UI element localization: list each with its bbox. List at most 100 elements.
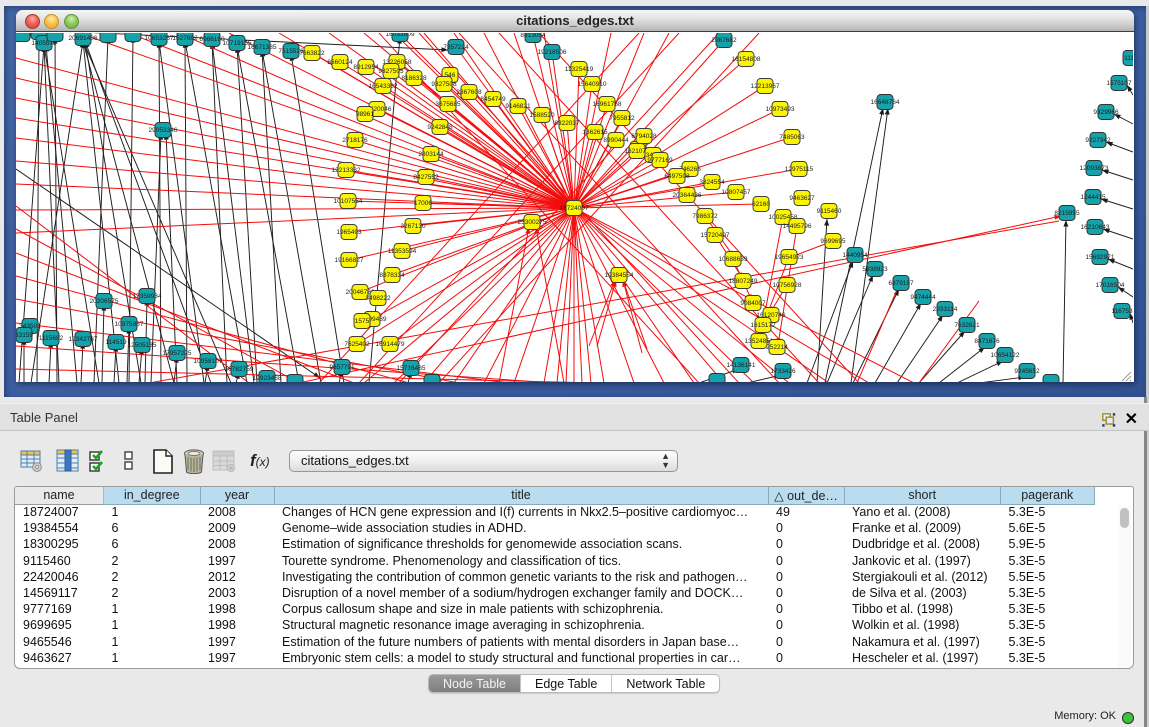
svg-text:8912954: 8912954 <box>353 64 379 71</box>
svg-text:2718176: 2718176 <box>342 137 368 144</box>
svg-text:8186328: 8186328 <box>401 75 427 82</box>
svg-text:8215955: 8215955 <box>1054 210 1080 217</box>
svg-text:9242848: 9242848 <box>427 124 453 131</box>
svg-text:1440954: 1440954 <box>842 252 868 259</box>
svg-text:8471676: 8471676 <box>974 338 1000 345</box>
svg-text:1115682: 1115682 <box>39 335 64 342</box>
svg-text:1112: 1112 <box>1124 55 1133 62</box>
svg-text:16154808: 16154808 <box>732 56 761 63</box>
svg-text:10958107: 10958107 <box>194 358 223 365</box>
svg-text:20691406: 20691406 <box>69 35 98 42</box>
svg-text:2933114: 2933114 <box>933 306 958 313</box>
svg-text:1733426: 1733426 <box>770 368 796 375</box>
svg-text:10807457: 10807457 <box>722 189 751 196</box>
svg-text:10756928: 10756928 <box>773 282 802 289</box>
svg-text:14495796: 14495796 <box>783 223 812 230</box>
svg-text:17957225: 17957225 <box>163 350 192 357</box>
svg-text:16210643: 16210643 <box>1081 224 1110 231</box>
svg-text:12213967: 12213967 <box>751 83 780 90</box>
svg-text:6966160: 6966160 <box>199 36 225 43</box>
svg-text:16914479: 16914479 <box>376 341 405 348</box>
svg-text:19166827: 19166827 <box>335 257 364 264</box>
svg-text:10653267: 10653267 <box>145 35 174 42</box>
svg-text:9699695: 9699695 <box>820 238 846 245</box>
svg-text:7955812: 7955812 <box>609 115 635 122</box>
svg-text:3675685: 3675685 <box>435 101 461 108</box>
svg-text:3267130: 3267130 <box>400 223 426 230</box>
svg-text:15720407: 15720407 <box>701 232 730 239</box>
svg-text:7857224: 7857224 <box>443 44 469 51</box>
svg-text:7663822: 7663822 <box>299 50 325 57</box>
svg-text:10107554: 10107554 <box>334 198 363 205</box>
svg-text:19654923: 19654923 <box>775 254 804 261</box>
svg-text:3498222: 3498222 <box>365 295 391 302</box>
svg-text:10688639: 10688639 <box>719 256 748 263</box>
svg-text:16782759: 16782759 <box>225 366 254 373</box>
svg-text:9084007: 9084007 <box>740 300 766 307</box>
svg-text:116753: 116753 <box>1111 308 1133 315</box>
svg-text:17006: 17006 <box>414 200 432 207</box>
svg-text:29053346: 29053346 <box>149 127 178 134</box>
svg-text:19384554: 19384554 <box>605 272 634 279</box>
svg-text:8427552: 8427552 <box>413 174 439 181</box>
svg-text:1588520: 1588520 <box>529 112 555 119</box>
svg-text:15640910: 15640910 <box>578 81 607 88</box>
svg-text:17359934: 17359934 <box>133 293 162 300</box>
svg-text:8454749: 8454749 <box>480 96 506 103</box>
svg-text:15716485: 15716485 <box>397 365 426 372</box>
svg-text:2803144: 2803144 <box>418 151 444 158</box>
svg-text:9146821: 9146821 <box>505 103 531 110</box>
svg-text:20364436: 20364436 <box>673 192 702 199</box>
svg-text:12975115: 12975115 <box>785 166 814 173</box>
svg-text:12342737: 12342737 <box>69 336 98 343</box>
svg-text:9329966: 9329966 <box>1093 109 1119 116</box>
svg-text:25300275: 25300275 <box>518 219 547 226</box>
svg-text:252214: 252214 <box>766 344 788 351</box>
svg-text:14136141: 14136141 <box>727 362 756 369</box>
svg-text:3824554: 3824554 <box>699 179 725 186</box>
svg-text:12923468: 12923468 <box>253 375 282 382</box>
svg-text:16543382: 16543382 <box>369 83 398 90</box>
svg-text:18807249: 18807249 <box>729 278 758 285</box>
svg-text:9245652: 9245652 <box>1014 368 1040 375</box>
svg-text:18724007: 18724007 <box>560 205 589 212</box>
svg-text:10973493: 10973493 <box>766 106 795 113</box>
svg-text:6497508: 6497508 <box>664 173 690 180</box>
svg-text:16033809: 16033809 <box>386 33 415 38</box>
svg-text:6879197: 6879197 <box>888 280 914 287</box>
svg-text:9463627: 9463627 <box>789 195 815 202</box>
svg-text:7625402: 7625402 <box>344 341 370 348</box>
svg-text:12093873: 12093873 <box>1080 165 1109 172</box>
svg-text:11353594: 11353594 <box>388 248 417 255</box>
svg-text:12505135: 12505135 <box>128 342 157 349</box>
svg-text:1965493: 1965493 <box>336 229 362 236</box>
svg-text:1575: 1575 <box>355 318 370 325</box>
svg-text:8990444: 8990444 <box>603 137 629 144</box>
svg-text:8878334: 8878334 <box>379 272 405 279</box>
svg-text:6794028: 6794028 <box>631 133 657 140</box>
svg-text:2867608: 2867608 <box>456 89 482 96</box>
svg-text:9474444: 9474444 <box>910 294 936 301</box>
svg-text:8322037: 8322037 <box>554 120 580 127</box>
svg-text:1244415: 1244415 <box>1080 194 1106 201</box>
svg-text:9227342: 9227342 <box>1085 137 1111 144</box>
svg-text:1362615: 1362615 <box>582 129 608 136</box>
svg-text:9327505: 9327505 <box>378 68 404 75</box>
svg-text:7632621: 7632621 <box>954 322 980 329</box>
svg-text:9657791: 9657791 <box>329 364 355 371</box>
svg-text:15692971: 15692971 <box>1086 254 1115 261</box>
svg-text:33159: 33159 <box>16 332 33 339</box>
svg-text:11325419: 11325419 <box>565 66 594 73</box>
svg-text:20206575: 20206575 <box>90 298 119 305</box>
svg-text:62160: 62160 <box>752 201 770 208</box>
svg-text:8660124: 8660124 <box>327 59 353 66</box>
svg-text:12213382: 12213382 <box>332 167 361 174</box>
svg-text:10654122: 10654122 <box>991 352 1020 359</box>
svg-text:10975887: 10975887 <box>115 321 144 328</box>
svg-text:2087682: 2087682 <box>711 37 737 44</box>
svg-text:9115460: 9115460 <box>817 208 842 215</box>
svg-text:7485063: 7485063 <box>779 134 805 141</box>
svg-text:1527602: 1527602 <box>172 35 198 42</box>
svg-text:1615172: 1615172 <box>750 322 776 329</box>
svg-text:19218506: 19218506 <box>538 49 567 56</box>
